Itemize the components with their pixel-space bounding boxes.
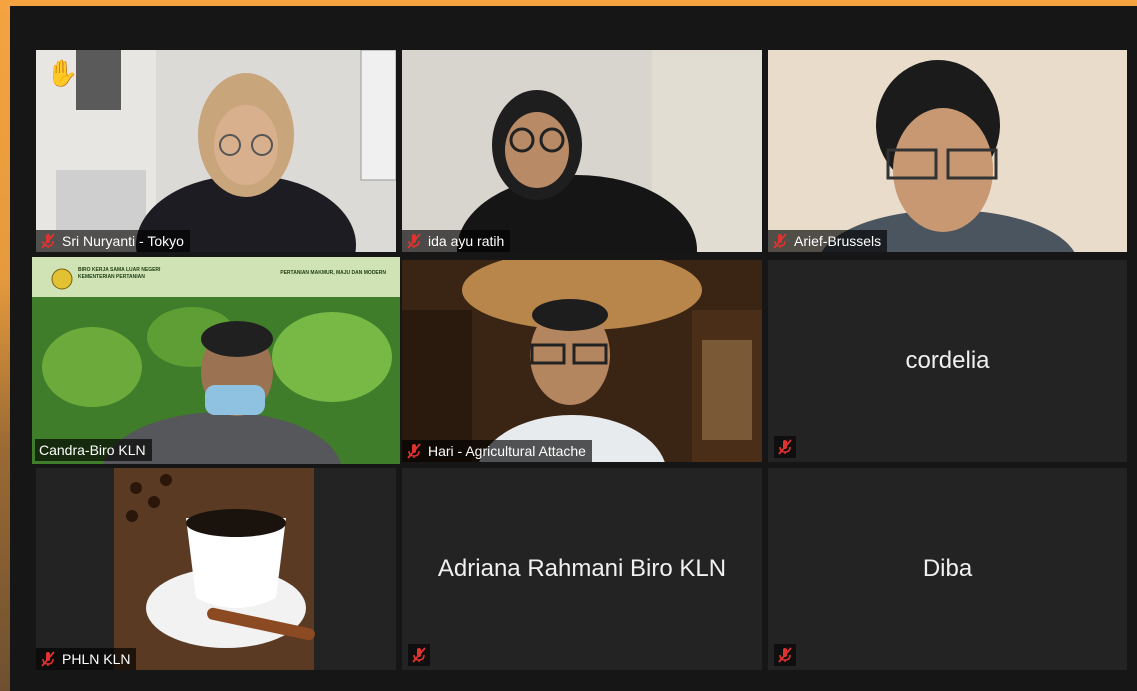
microphone-muted-icon	[407, 233, 421, 249]
participant-tile-candra-biro-kln[interactable]: BIRO KERJA SAMA LUAR NEGERI KEMENTERIAN …	[32, 257, 400, 464]
muted-indicator	[774, 644, 796, 666]
participant-tile-adriana-rahmani[interactable]: Adriana Rahmani Biro KLN	[402, 468, 762, 670]
participant-tile-arief-brussels[interactable]: Arief-Brussels	[768, 50, 1127, 252]
participant-name: Adriana Rahmani Biro KLN	[437, 555, 727, 582]
microphone-muted-icon	[778, 439, 792, 455]
gallery-view: ✋ Sri Nuryanti - Tokyo ida ayu ratih Ari…	[10, 6, 1137, 691]
participant-nameplate: PHLN KLN	[36, 648, 137, 670]
participant-video	[36, 468, 396, 670]
participant-video	[768, 50, 1127, 252]
microphone-muted-icon	[41, 651, 55, 667]
participant-tile-hari-agricultural-attache[interactable]: Hari - Agricultural Attache	[402, 260, 762, 462]
participant-nameplate: Candra-Biro KLN	[35, 439, 152, 461]
participant-video	[36, 50, 396, 252]
muted-indicator	[774, 436, 796, 458]
participant-name: ida ayu ratih	[428, 233, 505, 249]
participant-name: Hari - Agricultural Attache	[428, 443, 586, 459]
participant-tile-cordelia[interactable]: cordelia	[768, 260, 1127, 462]
participant-name: cordelia	[905, 347, 990, 374]
participant-tile-phln-kln[interactable]: PHLN KLN	[36, 468, 396, 670]
participant-name: Candra-Biro KLN	[39, 442, 146, 458]
participant-nameplate: Hari - Agricultural Attache	[402, 440, 592, 462]
video-overlay-title: BIRO KERJA SAMA LUAR NEGERI KEMENTERIAN …	[78, 267, 161, 280]
microphone-muted-icon	[41, 233, 55, 249]
microphone-muted-icon	[778, 647, 792, 663]
participant-tile-diba[interactable]: Diba	[768, 468, 1127, 670]
participant-nameplate: Sri Nuryanti - Tokyo	[36, 230, 190, 252]
participant-tile-sri-nuryanti[interactable]: ✋ Sri Nuryanti - Tokyo	[36, 50, 396, 252]
participant-name: Sri Nuryanti - Tokyo	[62, 233, 184, 249]
participant-video	[402, 260, 762, 462]
participant-name: Diba	[922, 555, 973, 582]
participant-video	[402, 50, 762, 252]
muted-indicator	[408, 644, 430, 666]
participant-tile-ida-ayu-ratih[interactable]: ida ayu ratih	[402, 50, 762, 252]
video-overlay-slogan: PERTANIAN MAKMUR, MAJU DAN MODERN	[280, 270, 386, 276]
raised-hand-icon: ✋	[46, 58, 79, 88]
participant-name: PHLN KLN	[62, 651, 131, 667]
microphone-muted-icon	[407, 443, 421, 459]
microphone-muted-icon	[412, 647, 426, 663]
participant-nameplate: ida ayu ratih	[402, 230, 511, 252]
participant-video	[32, 257, 400, 464]
participant-nameplate: Arief-Brussels	[768, 230, 888, 252]
microphone-muted-icon	[773, 233, 787, 249]
participant-name: Arief-Brussels	[794, 233, 882, 249]
